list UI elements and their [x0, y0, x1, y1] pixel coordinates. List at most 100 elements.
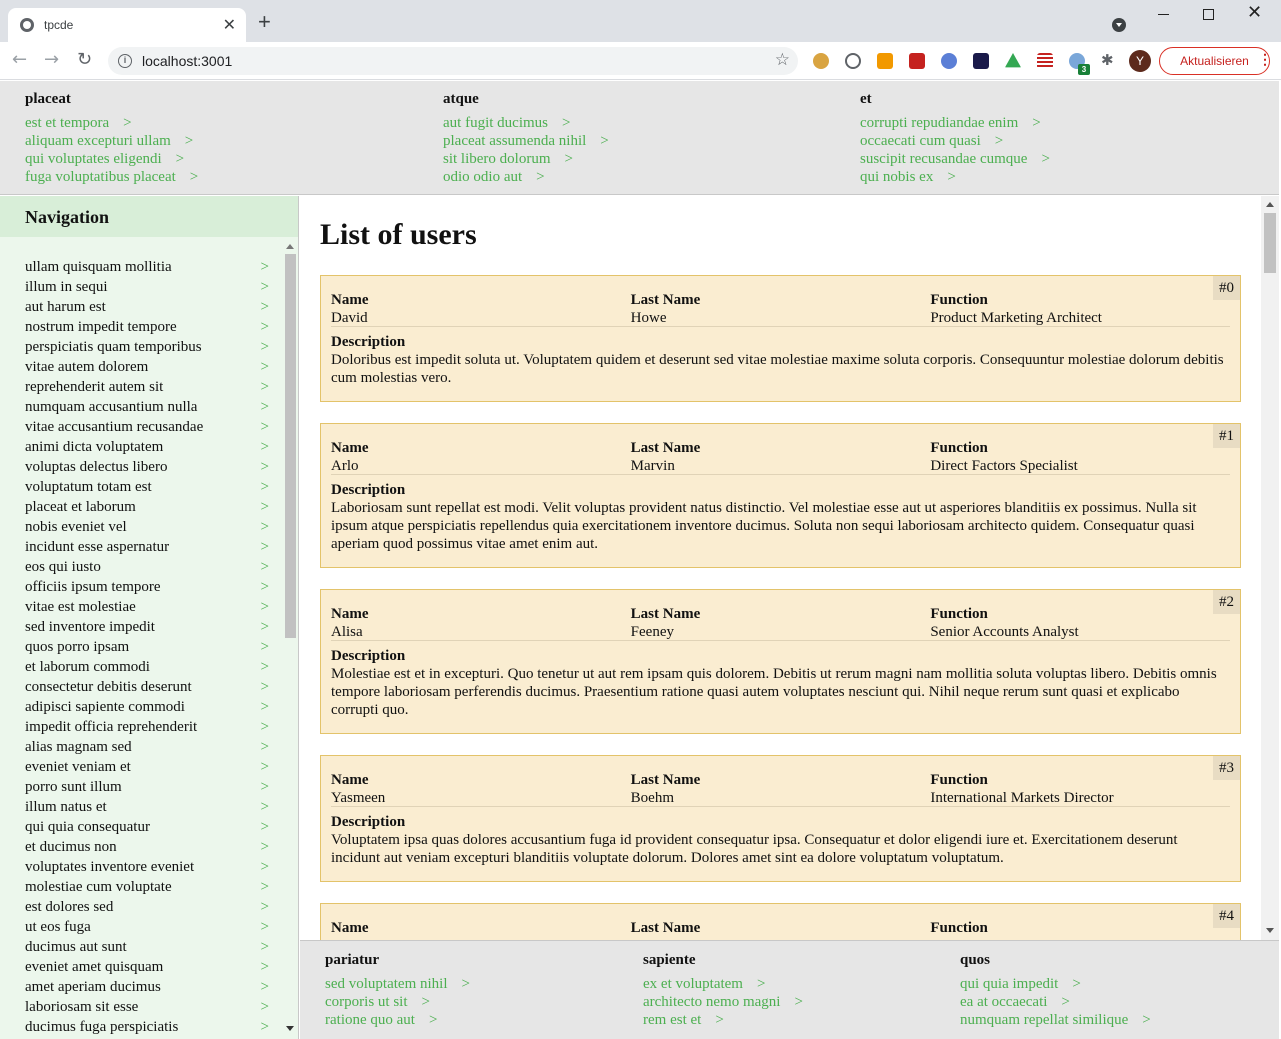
sidebar-item[interactable]: et ducimus non > [25, 837, 269, 857]
menu-kebab-icon[interactable]: ⋮ [1258, 51, 1272, 68]
sidebar-item[interactable]: illum natus et > [25, 797, 269, 817]
sidebar-item[interactable]: sed inventore impedit > [25, 617, 269, 637]
sidebar-item[interactable]: incidunt esse aspernatur > [25, 537, 269, 557]
main-scrollbar[interactable] [1261, 196, 1279, 940]
minimize-icon[interactable] [1158, 14, 1169, 15]
sidebar-item[interactable]: laboriosam sit esse > [25, 997, 269, 1017]
drive-extension-icon[interactable] [1005, 53, 1021, 68]
bookmark-star-icon[interactable]: ☆ [775, 50, 790, 70]
sidebar-item[interactable]: eos qui iusto > [25, 557, 269, 577]
header-link[interactable]: aut fugit ducimus > [443, 114, 609, 132]
header-link[interactable]: sit libero dolorum > [443, 150, 609, 168]
sidebar-item[interactable]: perspiciatis quam temporibus > [25, 337, 269, 357]
window-close-icon[interactable]: ✕ [1247, 2, 1262, 23]
sidebar-item[interactable]: animi dicta voluptatem > [25, 437, 269, 457]
footer-link[interactable]: numquam repellat similique > [960, 1011, 1151, 1029]
function-label: Function [930, 440, 988, 456]
tab-close-icon[interactable]: ✕ [223, 15, 236, 35]
footer-link[interactable]: ex et voluptatem > [643, 975, 803, 993]
sidebar-item[interactable]: vitae est molestiae > [25, 597, 269, 617]
sidebar-item[interactable]: ducimus aut sunt > [25, 937, 269, 957]
forward-icon[interactable]: → [44, 50, 59, 70]
scroll-down-icon[interactable] [286, 1026, 294, 1031]
sidebar-item[interactable]: reprehenderit autem sit > [25, 377, 269, 397]
header-link[interactable]: fuga voluptatibus placeat > [25, 168, 198, 186]
header-link[interactable]: occaecati cum quasi > [860, 132, 1050, 150]
sidebar-item[interactable]: impedit officia reprehenderit > [25, 717, 269, 737]
scroll-up-icon[interactable] [1266, 202, 1274, 207]
sidebar-item[interactable]: est dolores sed > [25, 897, 269, 917]
sidebar-item[interactable]: nobis eveniet vel > [25, 517, 269, 537]
sidebar-item-label: officiis ipsum tempore [25, 579, 161, 595]
maximize-icon[interactable] [1203, 9, 1214, 20]
header-link[interactable]: odio odio aut > [443, 168, 609, 186]
footer-link[interactable]: qui quia impedit > [960, 975, 1151, 993]
puzzle-color-extension-icon[interactable] [973, 53, 989, 69]
sidebar-item[interactable]: officiis ipsum tempore > [25, 577, 269, 597]
sidebar-item[interactable]: vitae autem dolorem > [25, 357, 269, 377]
sidebar-item[interactable]: adipisci sapiente commodi > [25, 697, 269, 717]
back-icon[interactable]: ← [12, 50, 27, 70]
sidebar-item[interactable]: alias magnam sed > [25, 737, 269, 757]
sidebar-scrollbar[interactable] [283, 240, 298, 1039]
profile-avatar[interactable]: Y [1129, 50, 1151, 72]
list-extension-icon[interactable] [1037, 53, 1053, 69]
sidebar-item[interactable]: placeat et laborum > [25, 497, 269, 517]
reload-icon[interactable]: ↻ [77, 50, 92, 70]
header-link[interactable]: placeat assumenda nihil > [443, 132, 609, 150]
sidebar-item[interactable]: porro sunt illum > [25, 777, 269, 797]
sidebar-item[interactable]: voluptates inventore eveniet > [25, 857, 269, 877]
browser-extension-icon[interactable] [941, 53, 957, 69]
sidebar-item[interactable]: ducimus fuga perspiciatis > [25, 1017, 269, 1037]
chevron-right-icon: > [260, 1019, 269, 1035]
sidebar-item[interactable]: eveniet veniam et > [25, 757, 269, 777]
sidebar-item[interactable]: ut eos fuga > [25, 917, 269, 937]
sidebar-item[interactable]: illum in sequi > [25, 277, 269, 297]
chevron-right-icon: > [260, 539, 269, 555]
sidebar-item[interactable]: eveniet amet quisquam > [25, 957, 269, 977]
update-button[interactable]: Aktualisieren [1159, 47, 1270, 75]
sidebar-item[interactable]: et laborum commodi > [25, 657, 269, 677]
block-extension-icon[interactable] [845, 53, 861, 69]
description-label: Description [331, 814, 406, 830]
tab-search-icon[interactable] [1112, 18, 1126, 32]
url-text[interactable]: localhost:3001 [142, 53, 232, 69]
sidebar-item[interactable]: voluptas delectus libero > [25, 457, 269, 477]
scroll-up-icon[interactable] [286, 244, 294, 249]
sidebar-item[interactable]: qui quia consequatur > [25, 817, 269, 837]
header-link[interactable]: corrupti repudiandae enim > [860, 114, 1050, 132]
sidebar-item[interactable]: molestiae cum voluptate > [25, 877, 269, 897]
header-link[interactable]: suscipit recusandae cumque > [860, 150, 1050, 168]
footer-link[interactable]: ratione quo aut > [325, 1011, 470, 1029]
header-link[interactable]: qui nobis ex > [860, 168, 1050, 186]
sidebar-item[interactable]: aut harum est > [25, 297, 269, 317]
extensions-puzzle-icon[interactable]: ✱ [1101, 51, 1117, 69]
bug-extension-icon[interactable] [909, 53, 925, 69]
scroll-down-icon[interactable] [1266, 928, 1274, 933]
new-tab-button[interactable]: + [258, 11, 271, 33]
browser-tab[interactable]: tpcde ✕ [8, 8, 246, 42]
footer-link[interactable]: architecto nemo magni > [643, 993, 803, 1011]
main-scroll-thumb[interactable] [1264, 213, 1276, 273]
footer-link[interactable]: sed voluptatem nihil > [325, 975, 470, 993]
sidebar-scroll-thumb[interactable] [285, 254, 296, 638]
site-info-icon[interactable]: i [118, 54, 132, 68]
sidebar-item[interactable]: quos porro ipsam > [25, 637, 269, 657]
header-link[interactable]: qui voluptates eligendi > [25, 150, 198, 168]
sidebar-item[interactable]: voluptatum totam est > [25, 477, 269, 497]
footer-link[interactable]: rem est et > [643, 1011, 803, 1029]
cookie-extension-icon[interactable] [813, 53, 829, 69]
sidebar-item[interactable]: amet aperiam ducimus > [25, 977, 269, 997]
sidebar-item[interactable]: numquam accusantium nulla > [25, 397, 269, 417]
address-bar[interactable]: i localhost:3001 ☆ [108, 47, 798, 75]
footer-link[interactable]: ea at occaecati > [960, 993, 1151, 1011]
sidebar-item[interactable]: consectetur debitis deserunt > [25, 677, 269, 697]
sidebar-item[interactable]: ullam quisquam mollitia > [25, 257, 269, 277]
header-link[interactable]: est et tempora > [25, 114, 198, 132]
user-card: #0 Name David Last Name Howe Function Product … [320, 275, 1241, 402]
sidebar-item[interactable]: nostrum impedit tempore > [25, 317, 269, 337]
sidebar-item[interactable]: vitae accusantium recusandae > [25, 417, 269, 437]
calculator-extension-icon[interactable] [877, 53, 893, 69]
header-link[interactable]: aliquam excepturi ullam > [25, 132, 198, 150]
footer-link[interactable]: corporis ut sit > [325, 993, 470, 1011]
